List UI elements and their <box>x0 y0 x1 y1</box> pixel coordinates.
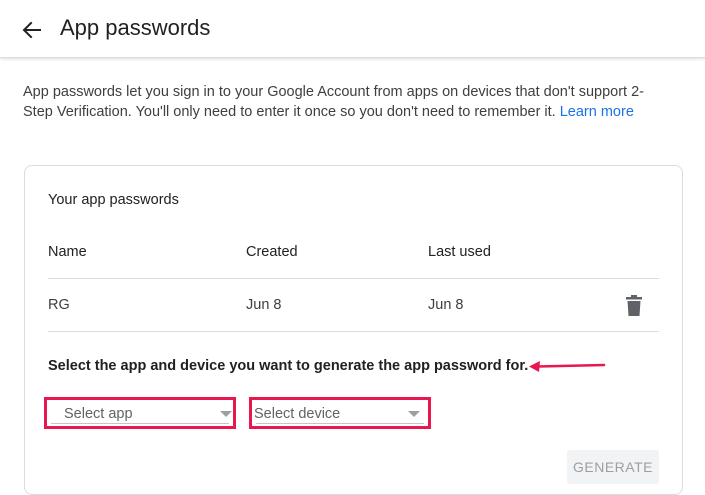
delete-button[interactable] <box>625 295 643 317</box>
chevron-down-icon <box>220 411 232 417</box>
column-header-last-used: Last used <box>428 244 491 260</box>
table-divider <box>48 278 659 279</box>
column-header-created: Created <box>246 244 298 260</box>
trash-icon <box>626 295 642 316</box>
column-header-name: Name <box>48 244 87 260</box>
select-device-dropdown[interactable]: Select device <box>249 397 431 429</box>
select-instructions: Select the app and device you want to ge… <box>48 358 529 374</box>
table-divider <box>48 331 659 332</box>
select-app-dropdown[interactable]: Select app <box>44 397 236 429</box>
annotation-arrow-icon <box>529 361 606 372</box>
row-created: Jun 8 <box>246 297 282 313</box>
page-title: App passwords <box>60 15 211 40</box>
row-last-used: Jun 8 <box>428 297 464 313</box>
app-passwords-card: Your app passwords Name Created Last use… <box>24 165 683 495</box>
generate-button[interactable]: GENERATE <box>567 450 659 484</box>
intro-text: App passwords let you sign in to your Go… <box>23 82 663 122</box>
dropdown-underline <box>256 423 424 424</box>
chevron-down-icon <box>408 411 420 417</box>
select-app-value: Select app <box>64 406 133 422</box>
select-device-value: Select device <box>254 406 341 422</box>
app-header: App passwords <box>0 0 705 58</box>
back-button[interactable] <box>18 17 46 43</box>
intro-body: App passwords let you sign in to your Go… <box>23 84 644 120</box>
arrow-left-icon <box>22 21 41 39</box>
dropdown-underline <box>51 423 229 424</box>
learn-more-link[interactable]: Learn more <box>560 104 634 120</box>
row-name: RG <box>48 297 70 313</box>
card-title: Your app passwords <box>48 192 179 208</box>
